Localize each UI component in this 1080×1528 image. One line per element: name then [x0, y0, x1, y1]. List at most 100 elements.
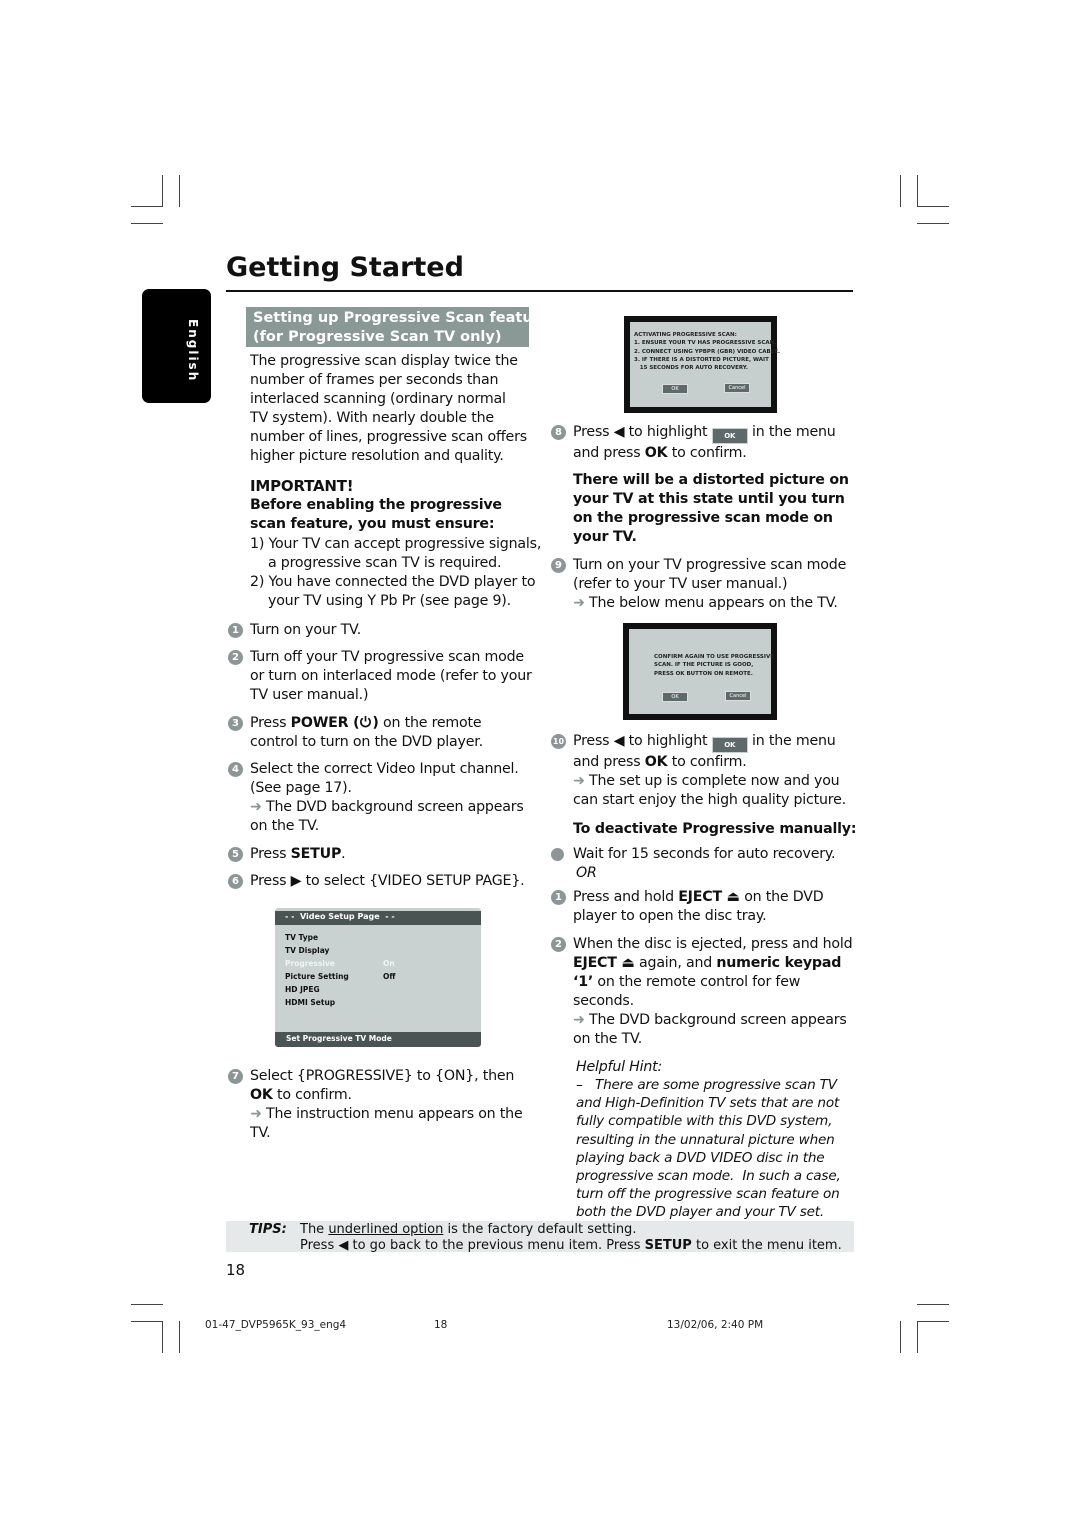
- screen-cancel-button: Cancel: [724, 383, 750, 393]
- tips-box: TIPS: The underlined option is the facto…: [226, 1221, 854, 1253]
- crop-mark: [917, 1321, 918, 1353]
- text-segment: OK: [250, 1087, 273, 1103]
- step-number: 5: [228, 847, 243, 862]
- text-segment: .: [341, 846, 346, 862]
- text-segment: The set up is complete now and you can s…: [573, 773, 846, 808]
- tips-label: TIPS:: [249, 1222, 287, 1237]
- menu-item[interactable]: Picture Setting: [285, 972, 349, 981]
- step-number: 1: [551, 890, 566, 905]
- text-segment: The: [300, 1222, 329, 1237]
- step-2: Turn off your TV progressive scan mode o…: [250, 648, 532, 705]
- text-segment: Press ◀ to highlight: [573, 733, 712, 749]
- hint-label: Helpful Hint:: [576, 1059, 663, 1075]
- crop-mark: [179, 175, 180, 207]
- crop-mark: [900, 175, 901, 207]
- step-3: Press POWER () on the remote control to …: [250, 714, 532, 752]
- crop-mark: [917, 1304, 949, 1305]
- screen-ok-button: OK: [662, 384, 688, 394]
- text-segment: Press ◀ to highlight: [573, 424, 712, 440]
- confirm-progressive-screen: CONFIRM AGAIN TO USE PROGRESSIVE SCAN. IF…: [623, 623, 777, 720]
- step-number: 2: [228, 650, 243, 665]
- crop-mark: [131, 206, 163, 207]
- deactivate-heading: To deactivate Progressive manually:: [573, 821, 857, 837]
- step-7: Select {PROGRESSIVE} to {ON}, then OK to…: [250, 1067, 532, 1143]
- screen-text-line: 1. ENSURE YOUR TV HAS PROGRESSIVE SCAN.: [634, 340, 777, 347]
- crop-mark: [179, 1321, 180, 1353]
- crop-mark: [131, 1304, 163, 1305]
- screen-text-line: 2. CONNECT USING YPBPR (GBR) VIDEO CABLE…: [634, 348, 781, 355]
- arrow-icon: ➜: [573, 595, 589, 611]
- text-segment: SETUP: [644, 1238, 692, 1253]
- important-label: IMPORTANT!: [250, 477, 354, 495]
- screen-text-line: PRESS OK BUTTON ON REMOTE.: [654, 670, 753, 677]
- text-segment: Press: [250, 846, 291, 862]
- text-segment: Turn on your TV progressive scan mode (r…: [573, 557, 847, 592]
- text-segment: When the disc is ejected, press and hold: [573, 936, 853, 952]
- tip-line-1: The underlined option is the factory def…: [300, 1222, 636, 1237]
- text-segment: Select {PROGRESSIVE} to {ON}, then: [250, 1068, 515, 1084]
- arrow-icon: ➜: [573, 1012, 589, 1028]
- step-1: Press and hold EJECT ⏏ on the DVD player…: [573, 888, 855, 926]
- power-icon: [359, 715, 372, 731]
- text-segment: Press ◀ to go back to the previous menu …: [300, 1238, 645, 1253]
- text-segment: Press ▶ to select {VIDEO SETUP PAGE}.: [250, 873, 525, 889]
- screen-text-line: 3. IF THERE IS A DISTORTED PICTURE, WAIT: [634, 356, 769, 363]
- text-segment: POWER (: [290, 715, 360, 731]
- menu-item[interactable]: HDMI Setup: [285, 998, 335, 1007]
- step-number: 10: [551, 734, 566, 749]
- title-rule: [226, 290, 853, 292]
- step-4: Select the correct Video Input channel. …: [250, 760, 532, 836]
- intro-text: The progressive scan display twice the n…: [250, 353, 527, 464]
- page-title: Getting Started: [226, 252, 464, 283]
- crop-mark: [131, 223, 163, 224]
- ok-button-image: OK: [711, 428, 748, 444]
- menu-item[interactable]: TV Display: [285, 946, 329, 955]
- text-segment: The below menu appears on the TV.: [589, 595, 838, 611]
- step-5: Press SETUP.: [250, 845, 532, 864]
- text-segment: is the factory default setting.: [443, 1222, 637, 1237]
- text-segment: The instruction menu appears on the TV.: [250, 1106, 523, 1141]
- manual-page: Getting Started English Setting up Progr…: [0, 0, 1080, 1528]
- activating-progressive-screen: ACTIVATING PROGRESSIVE SCAN: 1. ENSURE YO…: [624, 316, 781, 413]
- warning-text: There will be a distorted picture on you…: [573, 472, 849, 545]
- screen-text-line: SCAN. IF THE PICTURE IS GOOD,: [654, 662, 754, 669]
- arrow-icon: ➜: [573, 773, 589, 789]
- crop-mark: [162, 175, 163, 207]
- screen-cancel-button: Cancel: [725, 691, 751, 701]
- text-segment: The DVD background screen appears on the…: [573, 1012, 847, 1047]
- text-segment: Turn on your TV.: [250, 622, 362, 638]
- text-segment: Press: [250, 715, 291, 731]
- tip-line-2: Press ◀ to go back to the previous menu …: [300, 1238, 842, 1253]
- arrow-icon: ➜: [250, 1106, 266, 1122]
- hint-text: – There are some progressive scan TV and…: [576, 1077, 845, 1221]
- section-title-bar: Setting up Progressive Scan feature (for …: [246, 307, 550, 347]
- step-1: Turn on your TV.: [250, 621, 532, 640]
- screen-text-line: 15 SECONDS FOR AUTO RECOVERY.: [634, 365, 748, 372]
- screen-text-line: CONFIRM AGAIN TO USE PROGRESSIVE: [654, 654, 774, 660]
- step-number: 7: [228, 1069, 243, 1084]
- step-2: When the disc is ejected, press and hold…: [573, 935, 855, 1049]
- text-segment: to exit the menu item.: [691, 1238, 842, 1253]
- crop-mark: [917, 223, 949, 224]
- step-6: Press ▶ to select {VIDEO SETUP PAGE}.: [250, 872, 532, 891]
- crop-mark: [917, 175, 918, 207]
- important-item-2: 2) You have connected the DVD player to …: [250, 574, 536, 609]
- footer-page: 18: [434, 1319, 448, 1331]
- text-segment: OK: [644, 754, 668, 770]
- menu-item[interactable]: HD JPEG: [285, 985, 320, 994]
- text-segment: to confirm.: [667, 754, 747, 770]
- menu-item[interactable]: Progressive: [285, 959, 335, 968]
- step-8: Press ◀ to highlight OK in the menu and …: [573, 423, 855, 463]
- crop-mark: [131, 1321, 163, 1322]
- text-segment: The DVD background screen appears on the…: [250, 799, 524, 834]
- crop-mark: [917, 1321, 949, 1322]
- text-segment: again, and: [634, 955, 717, 971]
- menu-item[interactable]: TV Type: [285, 933, 318, 942]
- video-setup-menu-screen: - - Video Setup Page - - TV Type TV Displ…: [275, 908, 481, 1047]
- menu-item-value: On: [383, 959, 395, 968]
- step-number: 6: [228, 874, 243, 889]
- step-9: Turn on your TV progressive scan mode (r…: [573, 556, 855, 613]
- footer-file: 01-47_DVP5965K_93_eng4: [205, 1319, 347, 1331]
- text-segment: Select the correct Video Input channel. …: [250, 761, 519, 796]
- text-segment: underlined option: [328, 1222, 444, 1237]
